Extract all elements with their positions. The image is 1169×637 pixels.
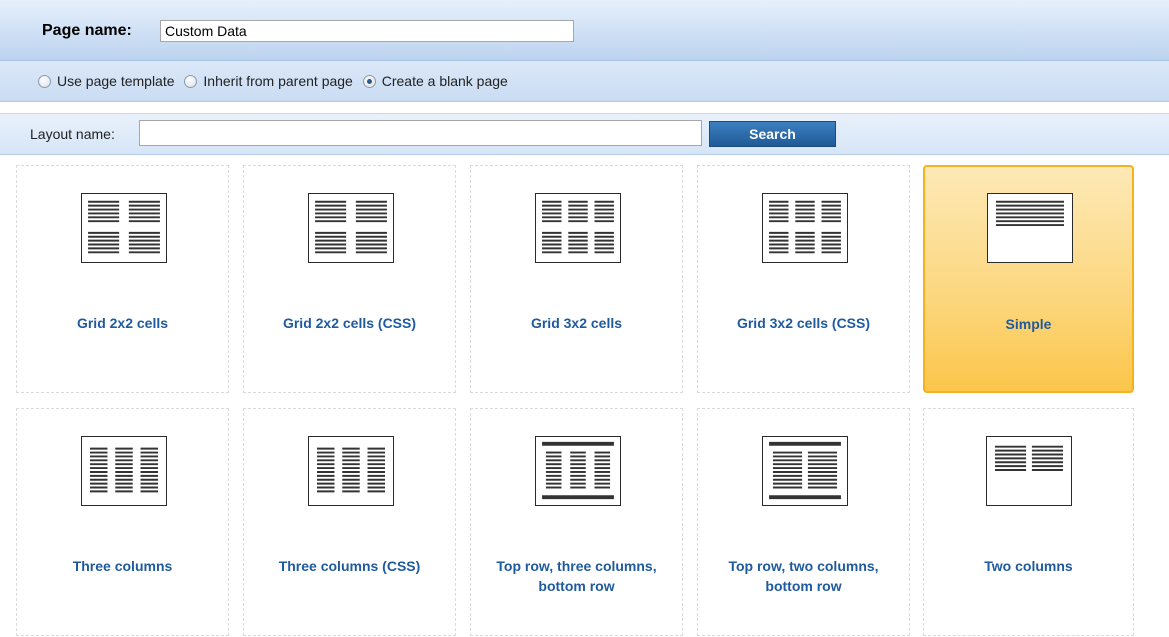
layout-card-label: Grid 3x2 cells (CSS) bbox=[736, 315, 871, 331]
page-name-label: Page name: bbox=[42, 22, 132, 39]
page-name-input[interactable] bbox=[160, 20, 574, 42]
layout-card-label: Simple bbox=[1005, 316, 1052, 332]
create-blank-page-option[interactable]: Create a blank page bbox=[362, 73, 508, 89]
layout-card-label: Top row, two columns, bottom row bbox=[728, 558, 879, 594]
search-button[interactable]: Search bbox=[709, 121, 836, 147]
top-two-bottom-layout-icon bbox=[762, 436, 848, 506]
two-columns-layout-icon bbox=[986, 436, 1072, 506]
inherit-parent-radio[interactable] bbox=[184, 75, 198, 88]
use-page-template-option[interactable]: Use page template bbox=[38, 73, 175, 89]
three-columns-layout-icon bbox=[308, 436, 394, 506]
create-blank-page-radio[interactable] bbox=[362, 75, 376, 88]
layout-card-simple[interactable]: Simple bbox=[923, 165, 1134, 393]
layout-card-three-columns-css[interactable]: Three columns (CSS) bbox=[243, 408, 456, 636]
layout-card-grid-2x2-css[interactable]: Grid 2x2 cells (CSS) bbox=[243, 165, 456, 393]
layout-card-two-columns[interactable]: Two columns bbox=[923, 408, 1134, 636]
grid-3x2-layout-icon bbox=[762, 193, 848, 263]
layout-name-input[interactable] bbox=[139, 120, 702, 146]
use-page-template-radio[interactable] bbox=[38, 75, 51, 88]
use-page-template-label: Use page template bbox=[57, 73, 175, 89]
layout-card-top-two-bottom[interactable]: Top row, two columns, bottom row bbox=[697, 408, 910, 636]
create-blank-page-label: Create a blank page bbox=[381, 73, 508, 89]
page-header: Page name: bbox=[0, 0, 1169, 61]
layout-card-label: Three columns (CSS) bbox=[278, 558, 421, 574]
layout-card-grid-3x2-css[interactable]: Grid 3x2 cells (CSS) bbox=[697, 165, 910, 393]
grid-2x2-layout-icon bbox=[308, 193, 394, 263]
page-name-row: Page name: bbox=[0, 14, 1169, 48]
layout-card-label: Three columns bbox=[72, 558, 173, 574]
layout-card-label: Two columns bbox=[984, 558, 1073, 574]
inherit-parent-option[interactable]: Inherit from parent page bbox=[184, 73, 353, 89]
top-three-bottom-layout-icon bbox=[535, 436, 621, 506]
layout-card-label: Grid 3x2 cells bbox=[530, 315, 623, 331]
layout-card-grid-2x2[interactable]: Grid 2x2 cells bbox=[16, 165, 229, 393]
page-type-radio-group: Use page template Inherit from parent pa… bbox=[38, 73, 514, 89]
grid-3x2-layout-icon bbox=[535, 193, 621, 263]
layout-card-top-three-bottom[interactable]: Top row, three columns, bottom row bbox=[470, 408, 683, 636]
layout-card-grid-3x2[interactable]: Grid 3x2 cells bbox=[470, 165, 683, 393]
layout-card-label: Grid 2x2 cells bbox=[76, 315, 169, 331]
three-columns-layout-icon bbox=[81, 436, 167, 506]
simple-layout-icon bbox=[987, 193, 1073, 263]
inherit-parent-label: Inherit from parent page bbox=[203, 73, 353, 89]
layout-name-label: Layout name: bbox=[30, 126, 115, 142]
layout-card-three-columns[interactable]: Three columns bbox=[16, 408, 229, 636]
layout-card-label: Top row, three columns, bottom row bbox=[496, 558, 657, 594]
layout-card-label: Grid 2x2 cells (CSS) bbox=[282, 315, 417, 331]
layout-search-bar: Layout name: Search bbox=[0, 113, 1169, 155]
grid-2x2-layout-icon bbox=[81, 193, 167, 263]
page-type-bar: Use page template Inherit from parent pa… bbox=[0, 61, 1169, 102]
